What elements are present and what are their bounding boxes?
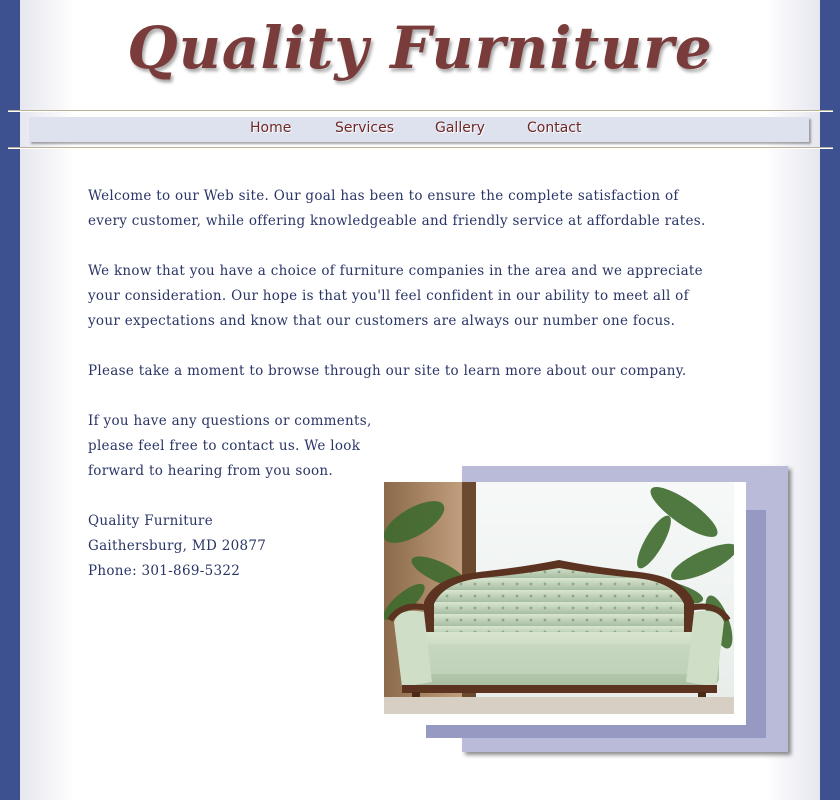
nav-link-services[interactable]: Services [335, 120, 394, 136]
sofa-illustration [384, 482, 734, 714]
nav-link-gallery[interactable]: Gallery [435, 120, 485, 136]
header-rule-bottom [8, 147, 833, 149]
choice-paragraph: We know that you have a choice of furnit… [88, 263, 703, 329]
contact-paragraph: If you have any questions or comments, p… [88, 413, 372, 479]
browse-paragraph: Please take a moment to browse through o… [88, 363, 687, 379]
header-rule-top [8, 110, 833, 112]
site-logo[interactable]: Quality Furniture [0, 14, 840, 82]
nav-link-contact[interactable]: Contact [527, 120, 581, 136]
sofa-photo [384, 482, 734, 714]
welcome-paragraph: Welcome to our Web site. Our goal has be… [88, 188, 706, 229]
main-navbar: Home Services Gallery Contact [29, 117, 809, 142]
nav-link-home[interactable]: Home [250, 120, 291, 136]
